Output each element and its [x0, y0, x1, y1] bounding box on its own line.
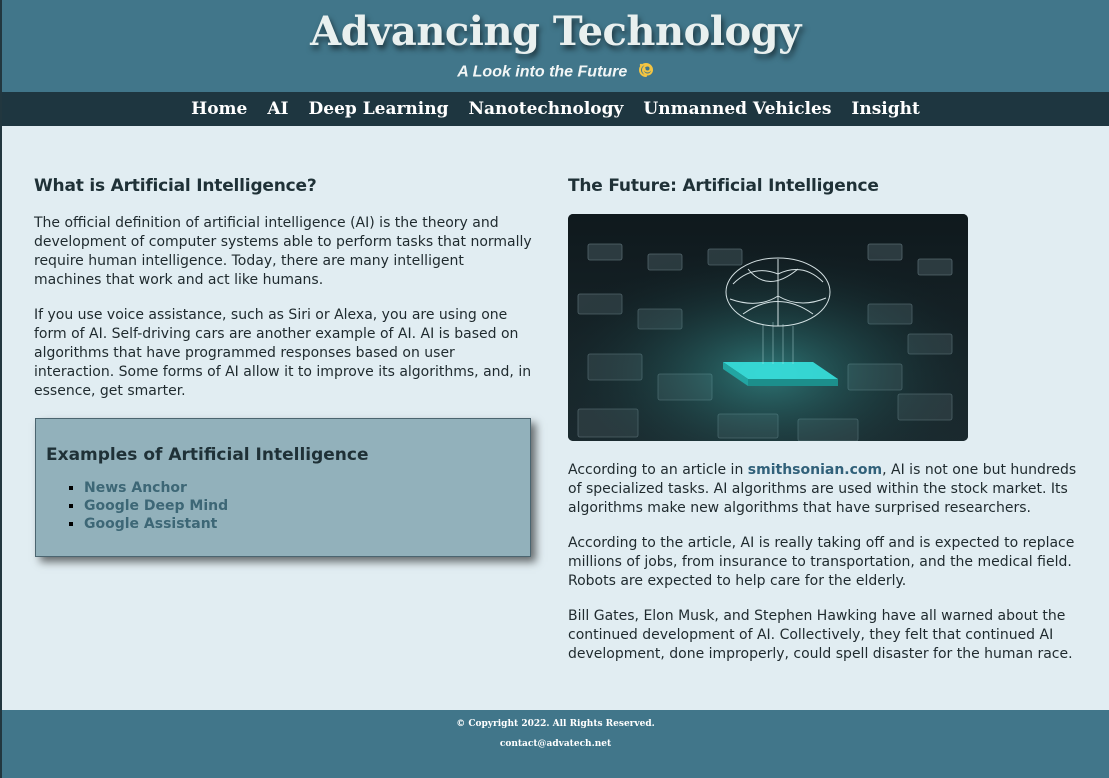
nav-item-nanotechnology[interactable]: Nanotechnology: [459, 92, 634, 119]
ai-definition-paragraph: The official definition of artificial in…: [34, 215, 532, 288]
smithsonian-paragraph: According to an article in smithsonian.c…: [568, 461, 1078, 518]
example-link-news-anchor[interactable]: News Anchor: [84, 479, 530, 497]
copyright-text: © Copyright 2022. All Rights Reserved.: [456, 719, 655, 729]
p1-before: According to an article in: [568, 462, 748, 478]
nav-item-ai[interactable]: AI: [257, 92, 298, 119]
nav-item-deep-learning[interactable]: Deep Learning: [299, 92, 459, 119]
brain-chip-image: [568, 214, 968, 441]
left-column: What is Artificial Intelligence? The off…: [34, 176, 534, 417]
contact-email[interactable]: contact@advatech.net: [2, 729, 1109, 749]
site-header: Advancing Technology A Look into the Fut…: [2, 0, 1109, 92]
examples-box: Examples of Artificial Intelligence News…: [35, 418, 531, 557]
page-frame: Advancing Technology A Look into the Fut…: [2, 0, 1109, 778]
nav-item-unmanned-vehicles[interactable]: Unmanned Vehicles: [633, 92, 841, 119]
site-footer: © Copyright 2022. All Rights Reserved. c…: [2, 710, 1109, 778]
site-subtitle: A Look into the Future: [2, 62, 1109, 83]
warning-paragraph: Bill Gates, Elon Musk, and Stephen Hawki…: [568, 608, 1073, 662]
examples-heading: Examples of Artificial Intelligence: [46, 445, 369, 465]
ai-voice-paragraph: If you use voice assistance, such as Sir…: [34, 307, 532, 399]
future-ai-heading: The Future: Artificial Intelligence: [568, 176, 879, 196]
example-link-google-deep-mind[interactable]: Google Deep Mind: [84, 497, 530, 515]
example-link-google-assistant[interactable]: Google Assistant: [84, 515, 530, 533]
jobs-paragraph: According to the article, AI is really t…: [568, 535, 1075, 589]
smithsonian-link[interactable]: smithsonian.com: [748, 462, 882, 478]
main-nav: Home AI Deep Learning Nanotechnology Unm…: [2, 92, 1109, 126]
nav-item-home[interactable]: Home: [181, 92, 257, 119]
ai-definition-heading: What is Artificial Intelligence?: [34, 176, 317, 196]
examples-list: News Anchor Google Deep Mind Google Assi…: [36, 479, 530, 533]
site-title: Advancing Technology: [310, 8, 801, 55]
nav-item-insight[interactable]: Insight: [841, 92, 929, 119]
dizzy-spiral-icon: [638, 62, 654, 83]
right-column: The Future: Artificial Intelligence Acco…: [568, 176, 1078, 680]
subtitle-text: A Look into the Future: [457, 63, 628, 81]
